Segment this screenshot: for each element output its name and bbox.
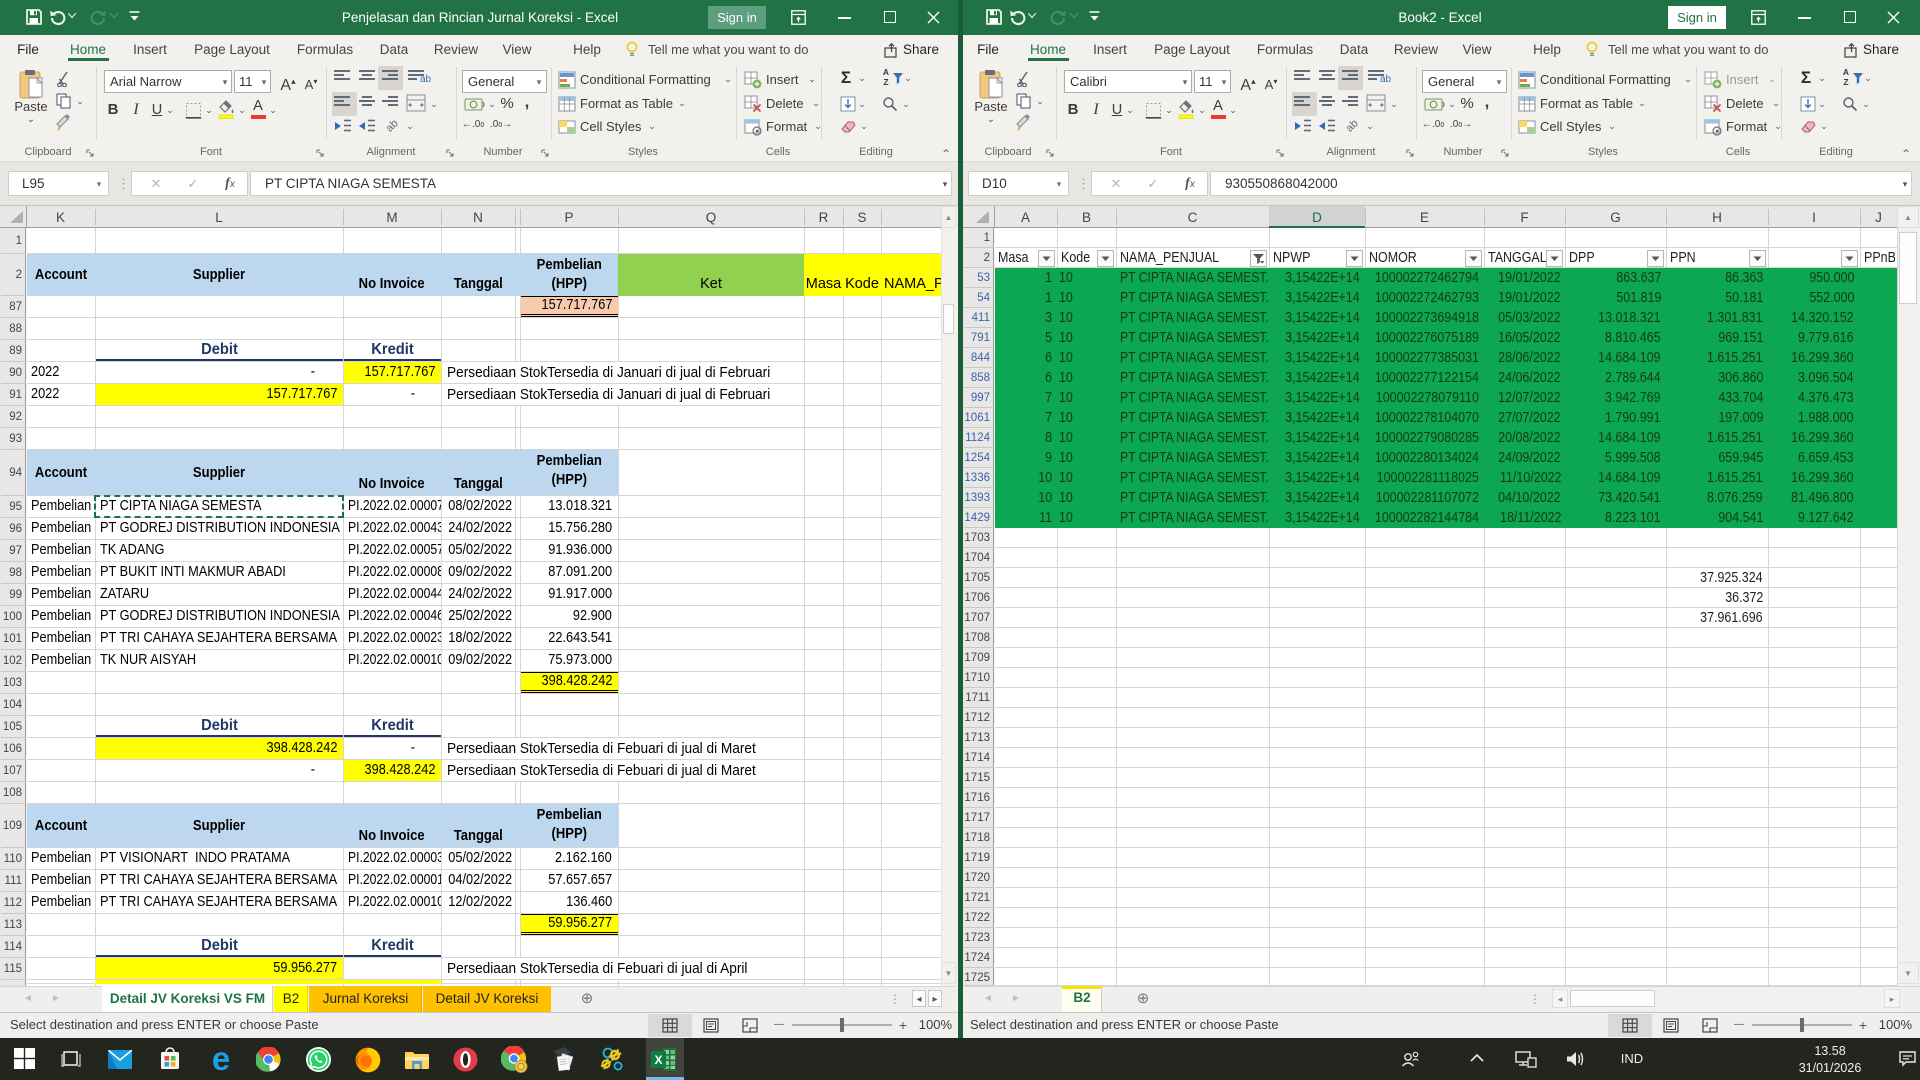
svg-text:X: X xyxy=(654,1053,662,1067)
